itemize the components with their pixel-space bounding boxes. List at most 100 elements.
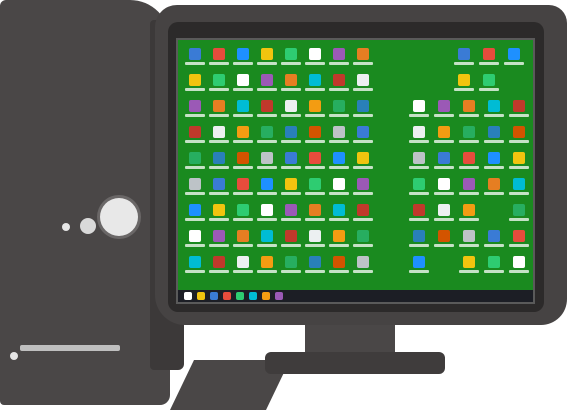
- desktop-shortcut-icon[interactable]: [328, 126, 350, 143]
- desktop-shortcut-icon[interactable]: [256, 74, 278, 91]
- desktop-shortcut-icon[interactable]: [280, 204, 302, 221]
- desktop-shortcut-icon[interactable]: [184, 256, 206, 273]
- desktop-shortcut-icon[interactable]: [352, 100, 374, 117]
- desktop-shortcut-icon[interactable]: [280, 256, 302, 273]
- desktop-shortcut-icon[interactable]: [256, 152, 278, 169]
- desktop-shortcut-icon[interactable]: [483, 152, 505, 169]
- taskbar-app-icon[interactable]: [210, 292, 218, 300]
- desktop-shortcut-icon[interactable]: [304, 152, 326, 169]
- desktop-shortcut-icon[interactable]: [508, 100, 530, 117]
- desktop-shortcut-icon[interactable]: [280, 100, 302, 117]
- desktop-shortcut-icon[interactable]: [508, 126, 530, 143]
- desktop-shortcut-icon[interactable]: [304, 126, 326, 143]
- desktop-shortcut-icon[interactable]: [280, 48, 302, 65]
- desktop-shortcut-icon[interactable]: [232, 74, 254, 91]
- desktop-shortcut-icon[interactable]: [232, 230, 254, 247]
- desktop-shortcut-icon[interactable]: [232, 152, 254, 169]
- desktop-shortcut-icon[interactable]: [458, 230, 480, 247]
- desktop-shortcut-icon[interactable]: [508, 204, 530, 221]
- desktop-shortcut-icon[interactable]: [304, 204, 326, 221]
- desktop-shortcut-icon[interactable]: [304, 178, 326, 195]
- desktop-shortcut-icon[interactable]: [453, 74, 475, 91]
- desktop-shortcut-icon[interactable]: [508, 230, 530, 247]
- desktop-shortcut-icon[interactable]: [453, 48, 475, 65]
- desktop-shortcut-icon[interactable]: [280, 126, 302, 143]
- desktop-shortcut-icon[interactable]: [232, 204, 254, 221]
- desktop-shortcut-icon[interactable]: [328, 204, 350, 221]
- desktop-shortcut-icon[interactable]: [304, 48, 326, 65]
- taskbar-app-icon[interactable]: [275, 292, 283, 300]
- desktop-shortcut-icon[interactable]: [508, 256, 530, 273]
- desktop-shortcut-icon[interactable]: [208, 100, 230, 117]
- desktop-shortcut-icon[interactable]: [184, 74, 206, 91]
- desktop-shortcut-icon[interactable]: [328, 48, 350, 65]
- desktop-shortcut-icon[interactable]: [208, 230, 230, 247]
- taskbar-app-icon[interactable]: [223, 292, 231, 300]
- desktop-shortcut-icon[interactable]: [433, 152, 455, 169]
- desktop-shortcut-icon[interactable]: [256, 178, 278, 195]
- desktop-shortcut-icon[interactable]: [352, 256, 374, 273]
- desktop-shortcut-icon[interactable]: [458, 126, 480, 143]
- desktop-shortcut-icon[interactable]: [256, 126, 278, 143]
- desktop-shortcut-icon[interactable]: [408, 152, 430, 169]
- desktop-shortcut-icon[interactable]: [433, 230, 455, 247]
- desktop-shortcut-icon[interactable]: [208, 152, 230, 169]
- desktop-shortcut-icon[interactable]: [483, 178, 505, 195]
- desktop-shortcut-icon[interactable]: [184, 230, 206, 247]
- desktop-shortcut-icon[interactable]: [352, 74, 374, 91]
- desktop-shortcut-icon[interactable]: [433, 204, 455, 221]
- desktop-shortcut-icon[interactable]: [352, 230, 374, 247]
- desktop-shortcut-icon[interactable]: [184, 204, 206, 221]
- desktop-shortcut-icon[interactable]: [232, 178, 254, 195]
- desktop-shortcut-icon[interactable]: [408, 100, 430, 117]
- desktop-shortcut-icon[interactable]: [352, 204, 374, 221]
- desktop-shortcut-icon[interactable]: [184, 100, 206, 117]
- desktop-shortcut-icon[interactable]: [184, 126, 206, 143]
- taskbar-app-icon[interactable]: [197, 292, 205, 300]
- desktop-shortcut-icon[interactable]: [458, 178, 480, 195]
- desktop-shortcut-icon[interactable]: [304, 100, 326, 117]
- desktop-shortcut-icon[interactable]: [256, 256, 278, 273]
- desktop-shortcut-icon[interactable]: [232, 100, 254, 117]
- desktop-shortcut-icon[interactable]: [208, 178, 230, 195]
- desktop-shortcut-icon[interactable]: [328, 100, 350, 117]
- desktop-shortcut-icon[interactable]: [483, 256, 505, 273]
- desktop-shortcut-icon[interactable]: [208, 204, 230, 221]
- desktop-shortcut-icon[interactable]: [352, 178, 374, 195]
- desktop-shortcut-icon[interactable]: [184, 152, 206, 169]
- desktop-shortcut-icon[interactable]: [433, 100, 455, 117]
- desktop-shortcut-icon[interactable]: [503, 48, 525, 65]
- desktop-shortcut-icon[interactable]: [458, 256, 480, 273]
- desktop-shortcut-icon[interactable]: [232, 48, 254, 65]
- desktop-shortcut-icon[interactable]: [280, 230, 302, 247]
- desktop-shortcut-icon[interactable]: [304, 230, 326, 247]
- desktop-shortcut-icon[interactable]: [508, 152, 530, 169]
- desktop-shortcut-icon[interactable]: [408, 230, 430, 247]
- taskbar-app-icon[interactable]: [184, 292, 192, 300]
- desktop-shortcut-icon[interactable]: [433, 126, 455, 143]
- desktop-shortcut-icon[interactable]: [352, 152, 374, 169]
- desktop-shortcut-icon[interactable]: [483, 126, 505, 143]
- desktop-shortcut-icon[interactable]: [280, 74, 302, 91]
- taskbar-app-icon[interactable]: [236, 292, 244, 300]
- desktop-shortcut-icon[interactable]: [280, 152, 302, 169]
- desktop-shortcut-icon[interactable]: [352, 48, 374, 65]
- desktop-shortcut-icon[interactable]: [184, 48, 206, 65]
- desktop-shortcut-icon[interactable]: [232, 126, 254, 143]
- desktop-shortcut-icon[interactable]: [184, 178, 206, 195]
- desktop-shortcut-icon[interactable]: [508, 178, 530, 195]
- desktop-shortcut-icon[interactable]: [478, 48, 500, 65]
- desktop-shortcut-icon[interactable]: [208, 256, 230, 273]
- desktop-shortcut-icon[interactable]: [208, 126, 230, 143]
- desktop-shortcut-icon[interactable]: [328, 152, 350, 169]
- desktop-shortcut-icon[interactable]: [408, 178, 430, 195]
- desktop-shortcut-icon[interactable]: [458, 100, 480, 117]
- desktop-shortcut-icon[interactable]: [328, 230, 350, 247]
- desktop-shortcut-icon[interactable]: [256, 100, 278, 117]
- desktop-shortcut-icon[interactable]: [256, 230, 278, 247]
- desktop-shortcut-icon[interactable]: [280, 178, 302, 195]
- desktop-shortcut-icon[interactable]: [256, 48, 278, 65]
- desktop-shortcut-icon[interactable]: [256, 204, 278, 221]
- desktop-shortcut-icon[interactable]: [328, 74, 350, 91]
- desktop-shortcut-icon[interactable]: [408, 126, 430, 143]
